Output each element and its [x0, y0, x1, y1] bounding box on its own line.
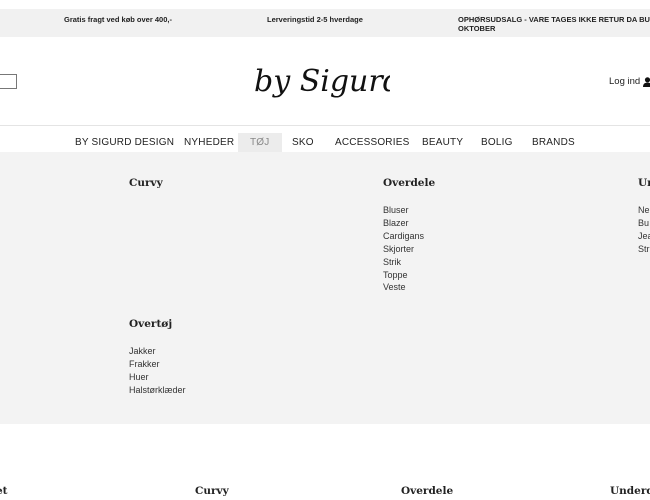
bottom-title-underdele[interactable]: Underde	[610, 485, 650, 497]
clearance-sale-text-line2: OKTOBER	[458, 24, 496, 33]
nav-item-nyheder[interactable]: NYHEDER	[184, 133, 234, 153]
login-link[interactable]: Log ind	[609, 76, 650, 87]
header-divider	[0, 125, 650, 126]
site-logo[interactable]: by Sigurd	[250, 51, 402, 113]
category-title-underdele[interactable]: Un	[638, 177, 650, 189]
login-label: Log ind	[609, 76, 641, 87]
underdele-links: Ne Bu Jea Str	[638, 204, 650, 256]
mega-menu: Curvy Overdele Bluser Blazer Cardigans S…	[0, 152, 650, 424]
link-huer[interactable]: Huer	[129, 371, 186, 384]
category-title-curvy[interactable]: Curvy	[129, 177, 163, 189]
bottom-title-curvy[interactable]: Curvy	[195, 485, 229, 497]
nav-item-bolig[interactable]: BOLIG	[481, 133, 513, 153]
free-shipping-text: Gratis fragt ved køb over 400,-	[64, 15, 172, 24]
link-strik[interactable]: Strik	[383, 256, 424, 269]
announcement-bar: Gratis fragt ved køb over 400,- Lerverin…	[0, 9, 650, 37]
bottom-section	[0, 470, 650, 500]
link-jakker[interactable]: Jakker	[129, 345, 186, 358]
nav-item-beauty[interactable]: BEAUTY	[422, 133, 463, 153]
link-skjorter[interactable]: Skjorter	[383, 243, 424, 256]
link-underdele-4[interactable]: Str	[638, 243, 650, 256]
link-underdele-3[interactable]: Jea	[638, 230, 650, 243]
link-halstorklaeder[interactable]: Halstørklæder	[129, 384, 186, 397]
link-underdele-2[interactable]: Bu	[638, 217, 650, 230]
overdele-links: Bluser Blazer Cardigans Skjorter Strik T…	[383, 204, 424, 294]
overtoj-links: Jakker Frakker Huer Halstørklæder	[129, 345, 186, 397]
category-title-overtoj[interactable]: Overtøj	[129, 318, 172, 330]
nav-item-toj[interactable]: TØJ	[238, 133, 282, 153]
link-frakker[interactable]: Frakker	[129, 358, 186, 371]
nav-item-brands[interactable]: BRANDS	[532, 133, 575, 153]
link-toppe[interactable]: Toppe	[383, 269, 424, 282]
link-underdele-1[interactable]: Ne	[638, 204, 650, 217]
user-icon	[643, 76, 650, 87]
logo-text: by Sigurd	[254, 64, 390, 99]
link-bluser[interactable]: Bluser	[383, 204, 424, 217]
link-cardigans[interactable]: Cardigans	[383, 230, 424, 243]
bottom-title-1[interactable]: et	[0, 485, 8, 497]
nav-item-sko[interactable]: SKO	[292, 133, 314, 153]
clearance-sale-text: OPHØRSUDSALG - VARE TAGES IKKE RETUR DA …	[458, 15, 650, 24]
main-nav: BY SIGURD DESIGN NYHEDER TØJ SKO ACCESSO…	[0, 133, 650, 153]
bottom-title-overdele[interactable]: Overdele	[401, 485, 453, 497]
link-blazer[interactable]: Blazer	[383, 217, 424, 230]
delivery-time-text: Lerveringstid 2-5 hverdage	[267, 15, 363, 24]
nav-item-by-sigurd-design[interactable]: BY SIGURD DESIGN	[75, 133, 174, 153]
nav-item-accessories[interactable]: ACCESSORIES	[335, 133, 409, 153]
search-input[interactable]	[0, 74, 17, 89]
link-veste[interactable]: Veste	[383, 281, 424, 294]
logo-script: by Sigurd	[254, 64, 402, 99]
category-title-overdele[interactable]: Overdele	[383, 177, 435, 189]
